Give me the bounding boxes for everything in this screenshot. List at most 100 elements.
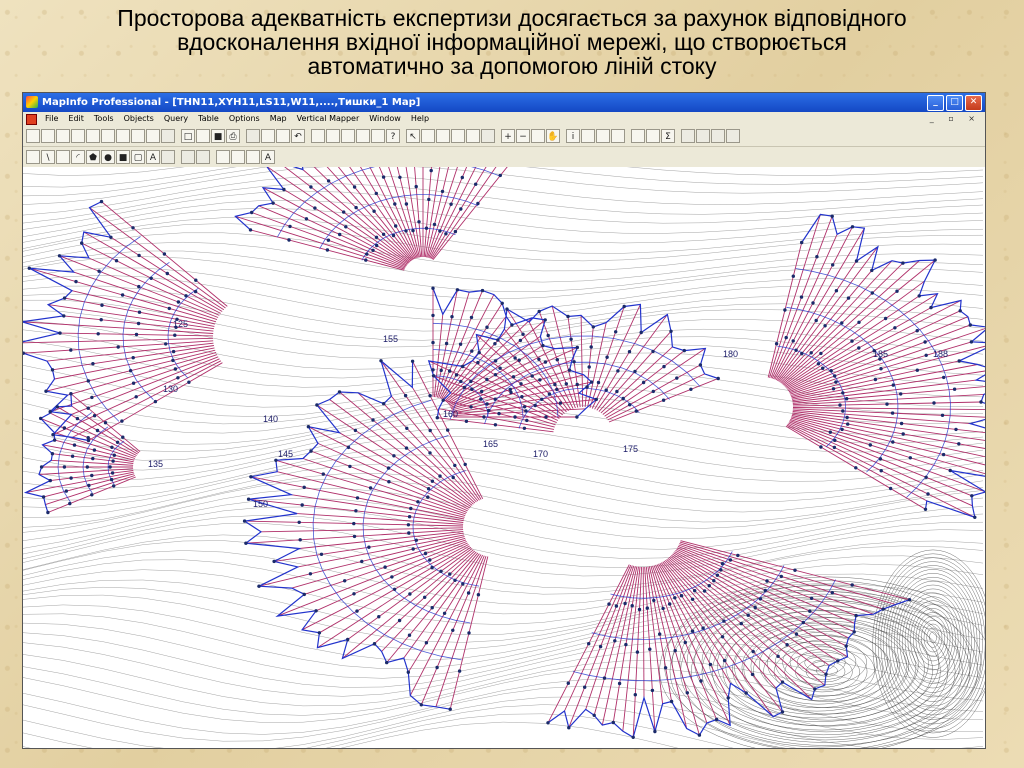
- toolbar-draw-icon[interactable]: [146, 129, 160, 143]
- network-node: [513, 415, 517, 419]
- toolbar-draw-arc-icon[interactable]: ◜: [71, 150, 85, 164]
- menu-help[interactable]: Help: [406, 112, 434, 126]
- network-node: [715, 573, 720, 577]
- toolbar-a-icon[interactable]: [681, 129, 695, 143]
- slide-title-line-2: вдосконалення вхідної інформаційної мере…: [177, 29, 847, 55]
- toolbar-i-icon[interactable]: i: [566, 129, 580, 143]
- toolbar-draw-symbol-icon[interactable]: [26, 150, 40, 164]
- toolbar-zin-icon[interactable]: +: [501, 129, 515, 143]
- toolbar-draw-line2-icon[interactable]: [231, 150, 245, 164]
- mdi-window-controls[interactable]: _ ▫ ×: [930, 112, 981, 126]
- toolbar-sel-icon[interactable]: [161, 129, 175, 143]
- toolbar-ruler-icon[interactable]: [611, 129, 625, 143]
- toolbar-draw-txt2-icon[interactable]: A: [261, 150, 275, 164]
- document-icon[interactable]: [26, 113, 37, 125]
- network-node: [97, 269, 101, 273]
- toolbar-draw-polyline-icon[interactable]: [56, 150, 70, 164]
- network-node: [500, 301, 504, 305]
- toolbar-info-icon[interactable]: [101, 129, 115, 143]
- toolbar-draw-polygon-icon[interactable]: ⬟: [86, 150, 100, 164]
- toolbar-draw-rect-icon[interactable]: ■: [116, 150, 130, 164]
- network-node: [404, 446, 409, 450]
- toolbar-rad-icon[interactable]: [436, 129, 450, 143]
- toolbar-t5-icon[interactable]: [371, 129, 385, 143]
- menu-options[interactable]: Options: [224, 112, 265, 126]
- menu-objects[interactable]: Objects: [119, 112, 159, 126]
- toolbar-t2-icon[interactable]: [326, 129, 340, 143]
- network-node: [39, 465, 44, 469]
- toolbar-draw-reg-icon[interactable]: [246, 150, 260, 164]
- toolbar-hand-icon[interactable]: [86, 129, 100, 143]
- toolbar-c-icon[interactable]: [711, 129, 725, 143]
- toolbar-draw-rrect-icon[interactable]: ▢: [131, 150, 145, 164]
- minimize-button[interactable]: _: [927, 95, 944, 111]
- toolbar-layer-icon[interactable]: [26, 129, 40, 143]
- window-titlebar[interactable]: MapInfo Professional - [THN11,XYH11,LS11…: [23, 93, 985, 112]
- menu-table[interactable]: Table: [193, 112, 224, 126]
- network-node: [591, 325, 595, 329]
- toolbar-zoom-icon[interactable]: [71, 129, 85, 143]
- toolbar-grid-icon[interactable]: [116, 129, 130, 143]
- toolbar-draw-frame-icon[interactable]: [161, 150, 175, 164]
- toolbar-lbl2-icon[interactable]: [581, 129, 595, 143]
- network-node: [543, 318, 547, 322]
- network-node: [48, 478, 52, 483]
- network-node: [701, 626, 705, 630]
- menu-window[interactable]: Window: [364, 112, 406, 126]
- toolbar-leg-icon[interactable]: [646, 129, 660, 143]
- network-node: [302, 485, 306, 489]
- toolbar-bnd-icon[interactable]: [466, 129, 480, 143]
- toolbar-b-icon[interactable]: [696, 129, 710, 143]
- network-node: [372, 642, 377, 646]
- toolbar-open-icon[interactable]: [196, 129, 210, 143]
- network-node: [541, 343, 545, 348]
- toolbar-draw-reshape-icon[interactable]: [181, 150, 195, 164]
- menu-vertical-mapper[interactable]: Vertical Mapper: [292, 112, 365, 126]
- toolbar-pan-icon[interactable]: ✋: [546, 129, 560, 143]
- map-canvas[interactable]: 125 130 135 140 145 150 155 160 165 170 175 180 185 1…: [23, 167, 985, 748]
- network-node: [831, 387, 836, 391]
- toolbar-draw-ellipse-icon[interactable]: ●: [101, 150, 115, 164]
- flow-line: [302, 458, 467, 515]
- toolbar-paste-icon[interactable]: [276, 129, 290, 143]
- toolbar-draw-sym2-icon[interactable]: [216, 150, 230, 164]
- toolbar-arrow-icon[interactable]: [56, 129, 70, 143]
- toolbar-help-icon[interactable]: ?: [386, 129, 400, 143]
- toolbar-inv-icon[interactable]: [481, 129, 495, 143]
- toolbar-t3-icon[interactable]: [341, 129, 355, 143]
- menu-tools[interactable]: Tools: [89, 112, 119, 126]
- menu-query[interactable]: Query: [159, 112, 193, 126]
- toolbar-rect-icon[interactable]: [421, 129, 435, 143]
- toolbar-save-icon[interactable]: ■: [211, 129, 225, 143]
- toolbar-new-icon[interactable]: □: [181, 129, 195, 143]
- contour-line: [23, 447, 984, 501]
- menu-edit[interactable]: Edit: [63, 112, 89, 126]
- menu-file[interactable]: File: [40, 112, 63, 126]
- toolbar-t4-icon[interactable]: [356, 129, 370, 143]
- toolbar-poly-icon[interactable]: [451, 129, 465, 143]
- map-view[interactable]: 125 130 135 140 145 150 155 160 165 170 175 180 185 1…: [23, 167, 985, 748]
- toolbar-d-icon[interactable]: [726, 129, 740, 143]
- toolbar-draw-add-icon[interactable]: [196, 150, 210, 164]
- toolbar-ptr-icon[interactable]: ↖: [406, 129, 420, 143]
- toolbar-draw-line-icon[interactable]: \: [41, 150, 55, 164]
- toolbar-zchg-icon[interactable]: [531, 129, 545, 143]
- toolbar-undo-icon[interactable]: ↶: [291, 129, 305, 143]
- toolbar-cut-icon[interactable]: [246, 129, 260, 143]
- close-button[interactable]: ✕: [965, 95, 982, 111]
- toolbar-pal-icon[interactable]: [41, 129, 55, 143]
- maximize-button[interactable]: □: [946, 95, 963, 111]
- network-node: [406, 523, 411, 527]
- toolbar-sum-icon[interactable]: Σ: [661, 129, 675, 143]
- toolbar-zout-icon[interactable]: −: [516, 129, 530, 143]
- network-node: [68, 501, 72, 506]
- toolbar-drag-icon[interactable]: [596, 129, 610, 143]
- toolbar-lyr-icon[interactable]: [631, 129, 645, 143]
- network-node: [587, 642, 591, 646]
- toolbar-print-icon[interactable]: ⎙: [226, 129, 240, 143]
- toolbar-t1-icon[interactable]: [311, 129, 325, 143]
- toolbar-lbl-icon[interactable]: [131, 129, 145, 143]
- menu-map[interactable]: Map: [265, 112, 292, 126]
- toolbar-copy-icon[interactable]: [261, 129, 275, 143]
- toolbar-draw-text-icon[interactable]: A: [146, 150, 160, 164]
